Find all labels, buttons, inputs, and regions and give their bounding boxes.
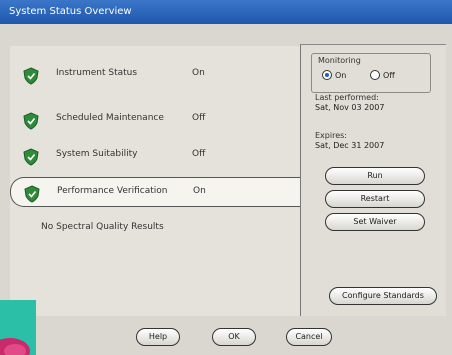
- status-list-panel: Instrument Status On Scheduled Maintenan…: [10, 46, 306, 316]
- status-item-performance-verification[interactable]: Performance Verification On: [10, 177, 306, 207]
- cancel-button[interactable]: Cancel: [286, 328, 332, 346]
- shield-check-icon: [23, 148, 39, 166]
- status-item-system-suitability[interactable]: System Suitability Off: [10, 141, 302, 171]
- decorative-corner-graphic: [0, 300, 36, 355]
- status-item-label: Instrument Status: [56, 68, 138, 78]
- status-item-label: Scheduled Maintenance: [56, 113, 164, 123]
- monitoring-title: Monitoring: [318, 56, 361, 65]
- status-item-label: Performance Verification: [57, 186, 168, 196]
- status-item-state: Off: [192, 149, 206, 159]
- monitoring-on-radio[interactable]: On: [322, 70, 346, 80]
- monitoring-on-label: On: [335, 70, 347, 80]
- configure-standards-button[interactable]: Configure Standards: [329, 287, 437, 305]
- radio-unselected-icon: [370, 70, 380, 80]
- status-item-state: On: [193, 186, 206, 196]
- decorative-shape: [4, 344, 26, 355]
- window-title: System Status Overview: [0, 0, 452, 24]
- status-item-scheduled-maintenance[interactable]: Scheduled Maintenance Off: [10, 105, 302, 135]
- footer-bar: Help OK Cancel: [0, 318, 452, 355]
- run-button[interactable]: Run: [325, 167, 425, 185]
- monitoring-off-label: Off: [383, 70, 395, 80]
- help-button[interactable]: Help: [136, 328, 180, 346]
- ok-button[interactable]: OK: [212, 328, 256, 346]
- set-waiver-button[interactable]: Set Waiver: [325, 213, 425, 231]
- last-performed-value: Sat, Nov 03 2007: [315, 103, 385, 112]
- expires-value: Sat, Dec 31 2007: [315, 141, 385, 150]
- restart-button[interactable]: Restart: [325, 190, 425, 208]
- results-message: No Spectral Quality Results: [41, 222, 164, 232]
- shield-check-icon: [24, 185, 40, 203]
- expires-label: Expires:: [315, 131, 347, 140]
- status-item-instrument-status[interactable]: Instrument Status On: [10, 60, 302, 90]
- status-item-state: On: [192, 68, 205, 78]
- monitoring-group: Monitoring On Off: [311, 53, 431, 93]
- status-item-label: System Suitability: [56, 149, 138, 159]
- details-panel: Monitoring On Off Last performed: Sat, N…: [300, 44, 446, 316]
- system-status-window: System Status Overview Instrument Status…: [0, 0, 452, 355]
- shield-check-icon: [23, 67, 39, 85]
- last-performed-label: Last performed:: [315, 93, 379, 102]
- shield-check-icon: [23, 112, 39, 130]
- monitoring-off-radio[interactable]: Off: [370, 70, 395, 80]
- status-item-state: Off: [192, 113, 206, 123]
- radio-selected-icon: [322, 70, 332, 80]
